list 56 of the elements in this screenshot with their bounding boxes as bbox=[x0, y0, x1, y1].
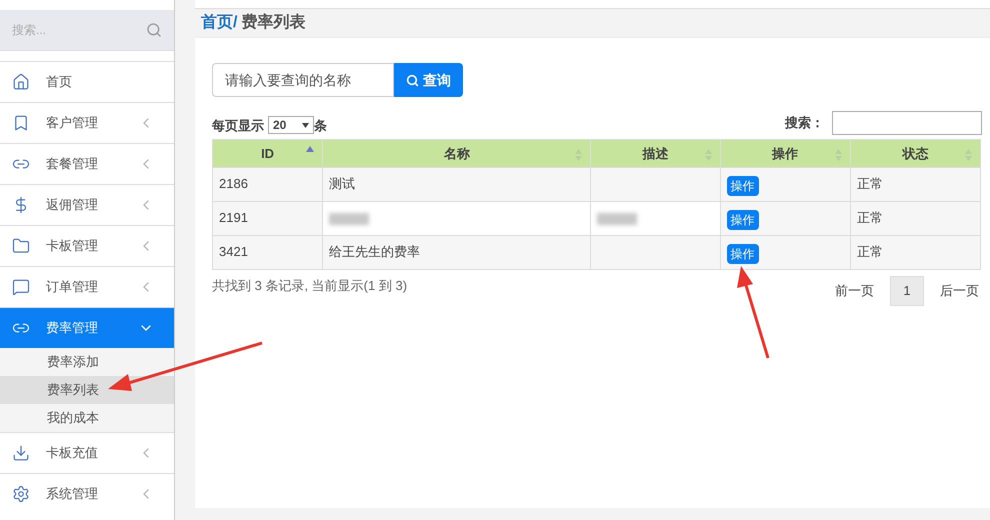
table-search-input[interactable] bbox=[832, 111, 982, 135]
action-button[interactable]: 操作 bbox=[726, 210, 759, 230]
submenu-item[interactable]: 费率添加 bbox=[0, 348, 174, 376]
submenu-item[interactable]: 费率列表 bbox=[0, 376, 174, 404]
sidebar-item[interactable]: 套餐管理 bbox=[0, 143, 174, 184]
search-icon bbox=[146, 22, 162, 38]
column-header[interactable]: 名称 bbox=[322, 140, 591, 168]
records-summary: 共找到 3 条记录, 当前显示(1 到 3) bbox=[212, 277, 408, 295]
sidebar-item[interactable]: 费率管理 bbox=[0, 307, 174, 348]
sidebar-item[interactable]: 卡板管理 bbox=[0, 225, 174, 266]
sidebar-item-label: 首页 bbox=[46, 73, 73, 92]
action-button[interactable]: 操作 bbox=[726, 176, 759, 196]
search-icon bbox=[406, 74, 419, 86]
column-header[interactable]: ID bbox=[212, 140, 323, 168]
column-header[interactable]: 状态 bbox=[850, 140, 980, 168]
chat-bubble-icon bbox=[12, 278, 30, 296]
breadcrumb-separator: / bbox=[233, 13, 238, 33]
query-button[interactable]: 查询 bbox=[394, 63, 463, 97]
settings-icon bbox=[12, 485, 30, 503]
page-size-unit: 条 bbox=[314, 116, 327, 134]
column-header[interactable]: 操作 bbox=[720, 140, 850, 168]
next-page-link[interactable]: 后一页 bbox=[940, 281, 979, 301]
sidebar-item-label: 费率管理 bbox=[46, 319, 99, 338]
table-cell: 3421 bbox=[212, 236, 323, 270]
sidebar-item-label: 系统管理 bbox=[46, 485, 99, 504]
prev-page-link[interactable]: 前一页 bbox=[835, 281, 874, 301]
action-button[interactable]: 操作 bbox=[726, 244, 759, 264]
table-cell: 正常 bbox=[850, 236, 980, 270]
download-icon bbox=[12, 444, 30, 462]
table-cell: 给王先生的费率 bbox=[322, 236, 591, 270]
sidebar-item[interactable]: 客户管理 bbox=[0, 102, 174, 143]
sidebar-item-label: 客户管理 bbox=[46, 114, 99, 132]
sidebar-item-label: 卡板充值 bbox=[46, 444, 99, 462]
submenu-item[interactable]: 我的成本 bbox=[0, 404, 174, 432]
breadcrumb-current: 费率列表 bbox=[241, 12, 306, 33]
folder-icon bbox=[12, 237, 30, 255]
page-number-button[interactable]: 1 bbox=[890, 276, 924, 306]
home-icon bbox=[12, 73, 30, 91]
search-label: 搜索： bbox=[785, 114, 824, 132]
bookmark-icon bbox=[12, 114, 30, 132]
sidebar-item[interactable]: 返佣管理 bbox=[0, 184, 174, 225]
sidebar-item[interactable]: 系统管理 bbox=[0, 473, 174, 514]
page-size-select[interactable]: 20 bbox=[268, 116, 314, 134]
sidebar-item-label: 返佣管理 bbox=[46, 196, 99, 214]
sidebar-item-label: 套餐管理 bbox=[46, 155, 99, 174]
search-field[interactable]: 搜索... bbox=[0, 10, 174, 51]
sidebar-item[interactable]: 首页 bbox=[0, 61, 174, 102]
breadcrumb-link[interactable]: 首页 bbox=[201, 11, 233, 35]
sidebar-item-label: 卡板管理 bbox=[46, 237, 99, 256]
column-header[interactable]: 描述 bbox=[590, 140, 720, 168]
page-size-label: 每页显示 bbox=[212, 116, 264, 134]
sidebar-item-label: 订单管理 bbox=[46, 278, 99, 296]
query-input[interactable]: 请输入要查询的名称 bbox=[212, 63, 394, 97]
search-input[interactable]: 搜索... bbox=[12, 21, 122, 39]
sidebar-item[interactable]: 卡板充值 bbox=[0, 432, 174, 473]
dropdown-caret-icon bbox=[302, 122, 309, 128]
